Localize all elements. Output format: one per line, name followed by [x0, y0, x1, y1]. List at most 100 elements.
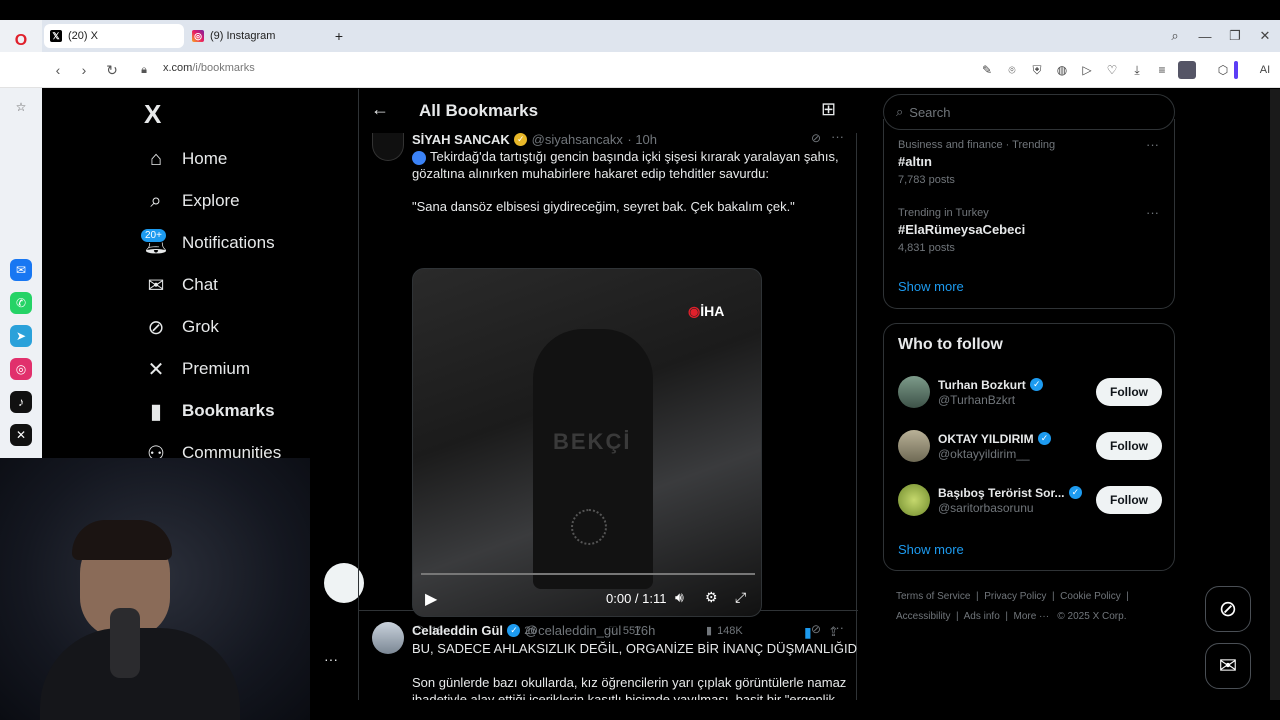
back-arrow-icon[interactable]: ←: [371, 99, 389, 120]
tweet-more-icon[interactable]: ···: [831, 129, 844, 144]
tweet-video[interactable]: BEKÇİ ◉İHA ▶ 0:00 / 1:11 🔊︎ ⚙ ⤢: [412, 268, 762, 617]
suggestion-name[interactable]: Turhan Bozkurt: [938, 378, 1026, 392]
avatar[interactable]: [898, 484, 930, 516]
play-icon[interactable]: ▷: [1078, 61, 1096, 79]
bottom-strip: [310, 700, 1280, 720]
tweet-author-name[interactable]: Celaleddin Gül: [412, 623, 503, 638]
tweet-avatar[interactable]: [372, 133, 404, 161]
messenger-icon[interactable]: ✉: [10, 259, 32, 281]
nav-home[interactable]: ⌂ Home: [144, 139, 227, 179]
nav-bookmarks[interactable]: ▮ Bookmarks: [144, 391, 275, 431]
tiktok-icon[interactable]: ♪: [10, 391, 32, 413]
add-bookmark-folder-icon[interactable]: ⊞: [821, 99, 836, 120]
scrollbar[interactable]: [1270, 89, 1280, 700]
back-icon[interactable]: ‹: [48, 60, 68, 80]
heart-icon[interactable]: ♡: [1103, 61, 1121, 79]
trend-meta: Trending in Turkey: [898, 207, 989, 219]
tweet-card[interactable]: Celaleddin Gül ✓ @celaleddin_gul · 16h ⊘…: [359, 612, 858, 700]
video-jacket-text: BEKÇİ: [553, 429, 632, 454]
forward-icon[interactable]: ›: [74, 60, 94, 80]
restore-icon[interactable]: ❐: [1224, 25, 1246, 47]
ads-info-link[interactable]: Ads info: [964, 611, 1000, 622]
trends-show-more-link[interactable]: Show more: [898, 279, 964, 294]
opera-logo-icon[interactable]: O: [10, 30, 32, 52]
tweet-author-handle[interactable]: @siyahsancakx: [532, 132, 623, 147]
nav-chat-label: Chat: [182, 275, 218, 294]
tab-search-icon[interactable]: ⌕: [1164, 25, 1186, 47]
follow-button[interactable]: Follow: [1096, 378, 1162, 406]
ai-button[interactable]: AI: [1252, 61, 1278, 79]
tweet-card[interactable]: SİYAH SANCAK ✓ @siyahsancakx · 10h ⊘ ···…: [359, 129, 858, 640]
cube-icon[interactable]: ⬡: [1214, 61, 1232, 79]
new-tab-button[interactable]: +: [330, 24, 348, 48]
download-icon[interactable]: ⤓: [1128, 61, 1146, 79]
cookie-link[interactable]: Cookie Policy: [1060, 591, 1121, 602]
nav-grok[interactable]: ⊘ Grok: [144, 307, 219, 347]
messages-fab-icon[interactable]: ✉: [1205, 643, 1251, 689]
suggestion-name[interactable]: OKTAY YILDIRIM: [938, 432, 1034, 446]
play-icon[interactable]: ▶: [425, 589, 437, 609]
camera-icon[interactable]: ⌾: [1003, 61, 1021, 79]
telegram-icon[interactable]: ➤: [10, 325, 32, 347]
tweet-author-name[interactable]: SİYAH SANCAK: [412, 132, 510, 147]
terms-link[interactable]: Terms of Service: [896, 591, 970, 602]
follow-button[interactable]: Follow: [1096, 486, 1162, 514]
minimize-icon[interactable]: —: [1194, 25, 1216, 47]
tab-x[interactable]: 𝕏 (20) X: [44, 24, 184, 48]
tweet-text-line3: ibadetiyle alay ettiği içeriklerin kasıt…: [412, 692, 835, 700]
tab-bar: 𝕏 (20) X ◎ (9) Instagram + ⌕ — ❐ ✕: [0, 20, 1280, 52]
accent-bar: [1234, 61, 1238, 79]
trend-more-icon[interactable]: ···: [1146, 205, 1159, 220]
nav-explore[interactable]: ⌕ Explore: [144, 181, 239, 221]
whatsapp-icon[interactable]: ✆: [10, 292, 32, 314]
bookmarks-rail-icon[interactable]: ☆: [10, 96, 32, 118]
fullscreen-icon[interactable]: ⤢: [735, 589, 746, 606]
volume-icon[interactable]: 🔊︎: [675, 589, 684, 606]
nav-premium[interactable]: ✕ Premium: [144, 349, 250, 389]
close-icon[interactable]: ✕: [1254, 25, 1276, 47]
reload-icon[interactable]: ↻: [102, 60, 122, 80]
follow-show-more-link[interactable]: Show more: [898, 542, 964, 557]
ai-button-label: AI: [1259, 64, 1271, 76]
more-menu-icon[interactable]: ···: [324, 651, 338, 667]
privacy-link[interactable]: Privacy Policy: [984, 591, 1046, 602]
trend-item[interactable]: Trending in Turkey #ElaRümeysaCebeci 4,8…: [898, 207, 1025, 254]
trend-more-icon[interactable]: ···: [1146, 137, 1159, 152]
tweet-more-icon[interactable]: ···: [831, 620, 844, 635]
avatar[interactable]: [898, 376, 930, 408]
tweet-text-line2: gözaltına alınırken muhabirlere hakaret …: [412, 166, 769, 181]
shield-icon[interactable]: ⛨: [1028, 61, 1046, 79]
instagram-icon[interactable]: ◎: [10, 358, 32, 380]
suggestion-handle[interactable]: @oktayyildirim__: [938, 447, 1030, 461]
suggestion-handle[interactable]: @saritorbasorunu: [938, 501, 1034, 515]
footer-links: Terms of Service | Privacy Policy | Cook…: [896, 591, 1129, 622]
video-progress-bar[interactable]: [421, 573, 755, 575]
trend-item[interactable]: Business and finance · Trending #altın 7…: [898, 139, 1055, 186]
vpn-icon[interactable]: ◍: [1053, 61, 1071, 79]
tweet-author-handle[interactable]: @celaleddin_gul: [525, 623, 621, 638]
nav-chat[interactable]: ✉ Chat: [144, 265, 218, 305]
menu-icon[interactable]: ≡: [1153, 61, 1171, 79]
tweet-time[interactable]: · 10h: [627, 132, 657, 147]
more-link[interactable]: More ···: [1014, 611, 1050, 622]
x-rail-icon[interactable]: ✕: [10, 424, 32, 446]
follow-button[interactable]: Follow: [1096, 432, 1162, 460]
suggestion-name[interactable]: Başıboş Terörist Sor...: [938, 486, 1064, 500]
tweet-time[interactable]: · 16h: [626, 623, 656, 638]
url-field[interactable]: x.com/i/bookmarks: [163, 62, 255, 74]
grok-fab-icon[interactable]: ⊘: [1205, 586, 1251, 632]
accessibility-link[interactable]: Accessibility: [896, 611, 950, 622]
nav-bookmarks-label: Bookmarks: [182, 401, 275, 420]
x-logo[interactable]: X: [144, 99, 161, 130]
suggestion-handle[interactable]: @TurhanBzkrt: [938, 393, 1015, 407]
edit-icon[interactable]: ✎: [978, 61, 996, 79]
tab-instagram[interactable]: ◎ (9) Instagram: [186, 24, 326, 48]
settings-icon[interactable]: ⚙: [705, 589, 718, 606]
screen-top-strip: [0, 0, 1280, 20]
avatar[interactable]: [898, 430, 930, 462]
grok-explain-icon[interactable]: ⊘: [811, 131, 821, 145]
grok-explain-icon[interactable]: ⊘: [811, 622, 821, 636]
url-host: x.com: [163, 62, 193, 74]
profile-avatar[interactable]: [1178, 61, 1196, 79]
tweet-avatar[interactable]: [372, 622, 404, 654]
